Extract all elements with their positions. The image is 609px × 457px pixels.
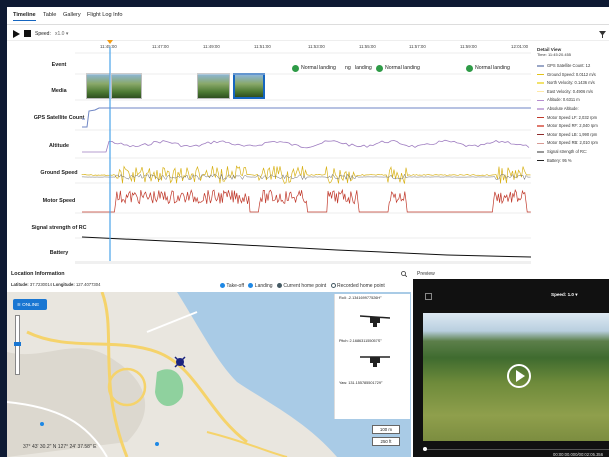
lat-value: 37.7230014 [29,282,52,287]
series-swatch [537,108,544,110]
cursor-handle[interactable] [107,40,113,44]
detail-item-label: Motor Speed RB: 2,010 rpm [547,140,598,146]
detail-item-label: Battery: 95 % [547,157,572,163]
landing-icon [248,283,254,289]
preview-title: Preview [417,271,435,277]
lat-label: Latitude: [11,282,29,287]
detail-item-label: Motor Speed LB: 1,990 rpm [547,131,598,137]
video-progress-handle[interactable] [423,447,427,451]
detail-item: GPS Satellite Count: 12 [537,62,609,71]
detail-item: Altitude: 0.6311 m [537,96,609,105]
coord-readout: 37° 43' 30.2" N 127° 24' 37.58" E [23,444,97,450]
timeline-chart[interactable] [7,7,537,269]
preview-checkbox[interactable] [425,293,432,300]
detail-item: Motor Speed RF: 2,040 rpm [537,122,609,131]
drone-pitch-icon [360,356,390,367]
location-title: Location Information [11,271,65,277]
attitude-panel: Roll: -2.134169977526H° Pitch: 2.1686311… [334,294,410,419]
video-time: 00:00:00.000/00:02:05.356 [553,452,604,457]
drone-roll-icon [360,315,390,327]
filter-icon[interactable] [599,31,606,38]
play-button-icon[interactable] [506,363,532,389]
preview-panel: Preview Speed: 1.0 ▾ 00:00:00.000/00:02:… [413,269,609,457]
lon-value: 127.4077304 [75,282,101,287]
preview-speed[interactable]: Speed: 1.0 ▾ [551,292,578,298]
detail-item-label: Signal strength of RC: [547,148,588,154]
series-swatch [537,99,544,102]
series-swatch [537,90,544,93]
detail-item: North Velocity: 0.1436 m/s [537,79,609,88]
online-badge[interactable]: ≋ ONLINE [13,299,47,310]
series-swatch [537,151,544,153]
recorded-home-icon [330,283,336,289]
series-swatch [537,82,544,84]
app-window: Timeline Table Gallery Flight Log Info S… [7,7,609,457]
zoom-handle[interactable] [14,342,21,346]
series-swatch [537,116,544,119]
detail-item-label: Motor Speed RF: 2,040 rpm [547,123,598,129]
scale-m: 100 m [372,425,400,434]
detail-item: Absolute Altitude: [537,105,609,114]
detail-item: Signal strength of RC: [537,148,609,157]
series-swatch [537,159,544,162]
detail-item: Motor Speed RB: 2,010 rpm [537,139,609,148]
detail-item-label: North Velocity: 0.1436 m/s [547,80,595,86]
detail-item: East Velocity: 0.4906 m/s [537,88,609,97]
home-point-icon [276,283,282,289]
series-swatch [537,65,544,67]
takeoff-icon [220,283,225,289]
detail-view-panel: Detail View Time: 11:45:20.455 GPS Satel… [537,47,609,272]
detail-item-label: GPS Satellite Count: 12 [547,63,591,68]
detail-item-label: Altitude: 0.6311 m [547,97,580,103]
detail-item-label: East Velocity: 0.4906 m/s [547,88,593,94]
detail-item-label: Ground Speed: 0.0112 m/s [547,71,596,77]
yaw-value: Yaw: 131.155785501729° [339,381,383,385]
location-coords: Latitude: 37.7230014 Longitude: 127.4077… [11,282,100,287]
series-swatch [537,73,544,76]
detail-item-label: Absolute Altitude: [547,105,579,111]
series-swatch [537,142,544,145]
series-swatch [537,133,544,136]
detail-item: Motor Speed LF: 2,032 rpm [537,114,609,123]
detail-item: Battery: 95 % [537,157,609,166]
timeline-scrollbar[interactable] [75,261,531,264]
map-legend: Take-off Landing Current home point Reco… [220,283,420,289]
scale-ft: 250 ft [372,437,400,446]
search-icon[interactable] [401,271,407,277]
pitch-value: Pitch: 2.168631155057S° [339,339,382,343]
detail-item: Motor Speed LB: 1,990 rpm [537,131,609,140]
detail-view-time: Time: 11:45:20.455 [537,52,572,57]
detail-item: Ground Speed: 0.0112 m/s [537,71,609,80]
video-progress[interactable] [423,449,609,450]
lon-label: Longitude: [53,282,75,287]
roll-value: Roll: -2.134169977526H° [339,296,382,300]
detail-item-label: Motor Speed LF: 2,032 rpm [547,114,598,120]
series-swatch [537,125,544,127]
